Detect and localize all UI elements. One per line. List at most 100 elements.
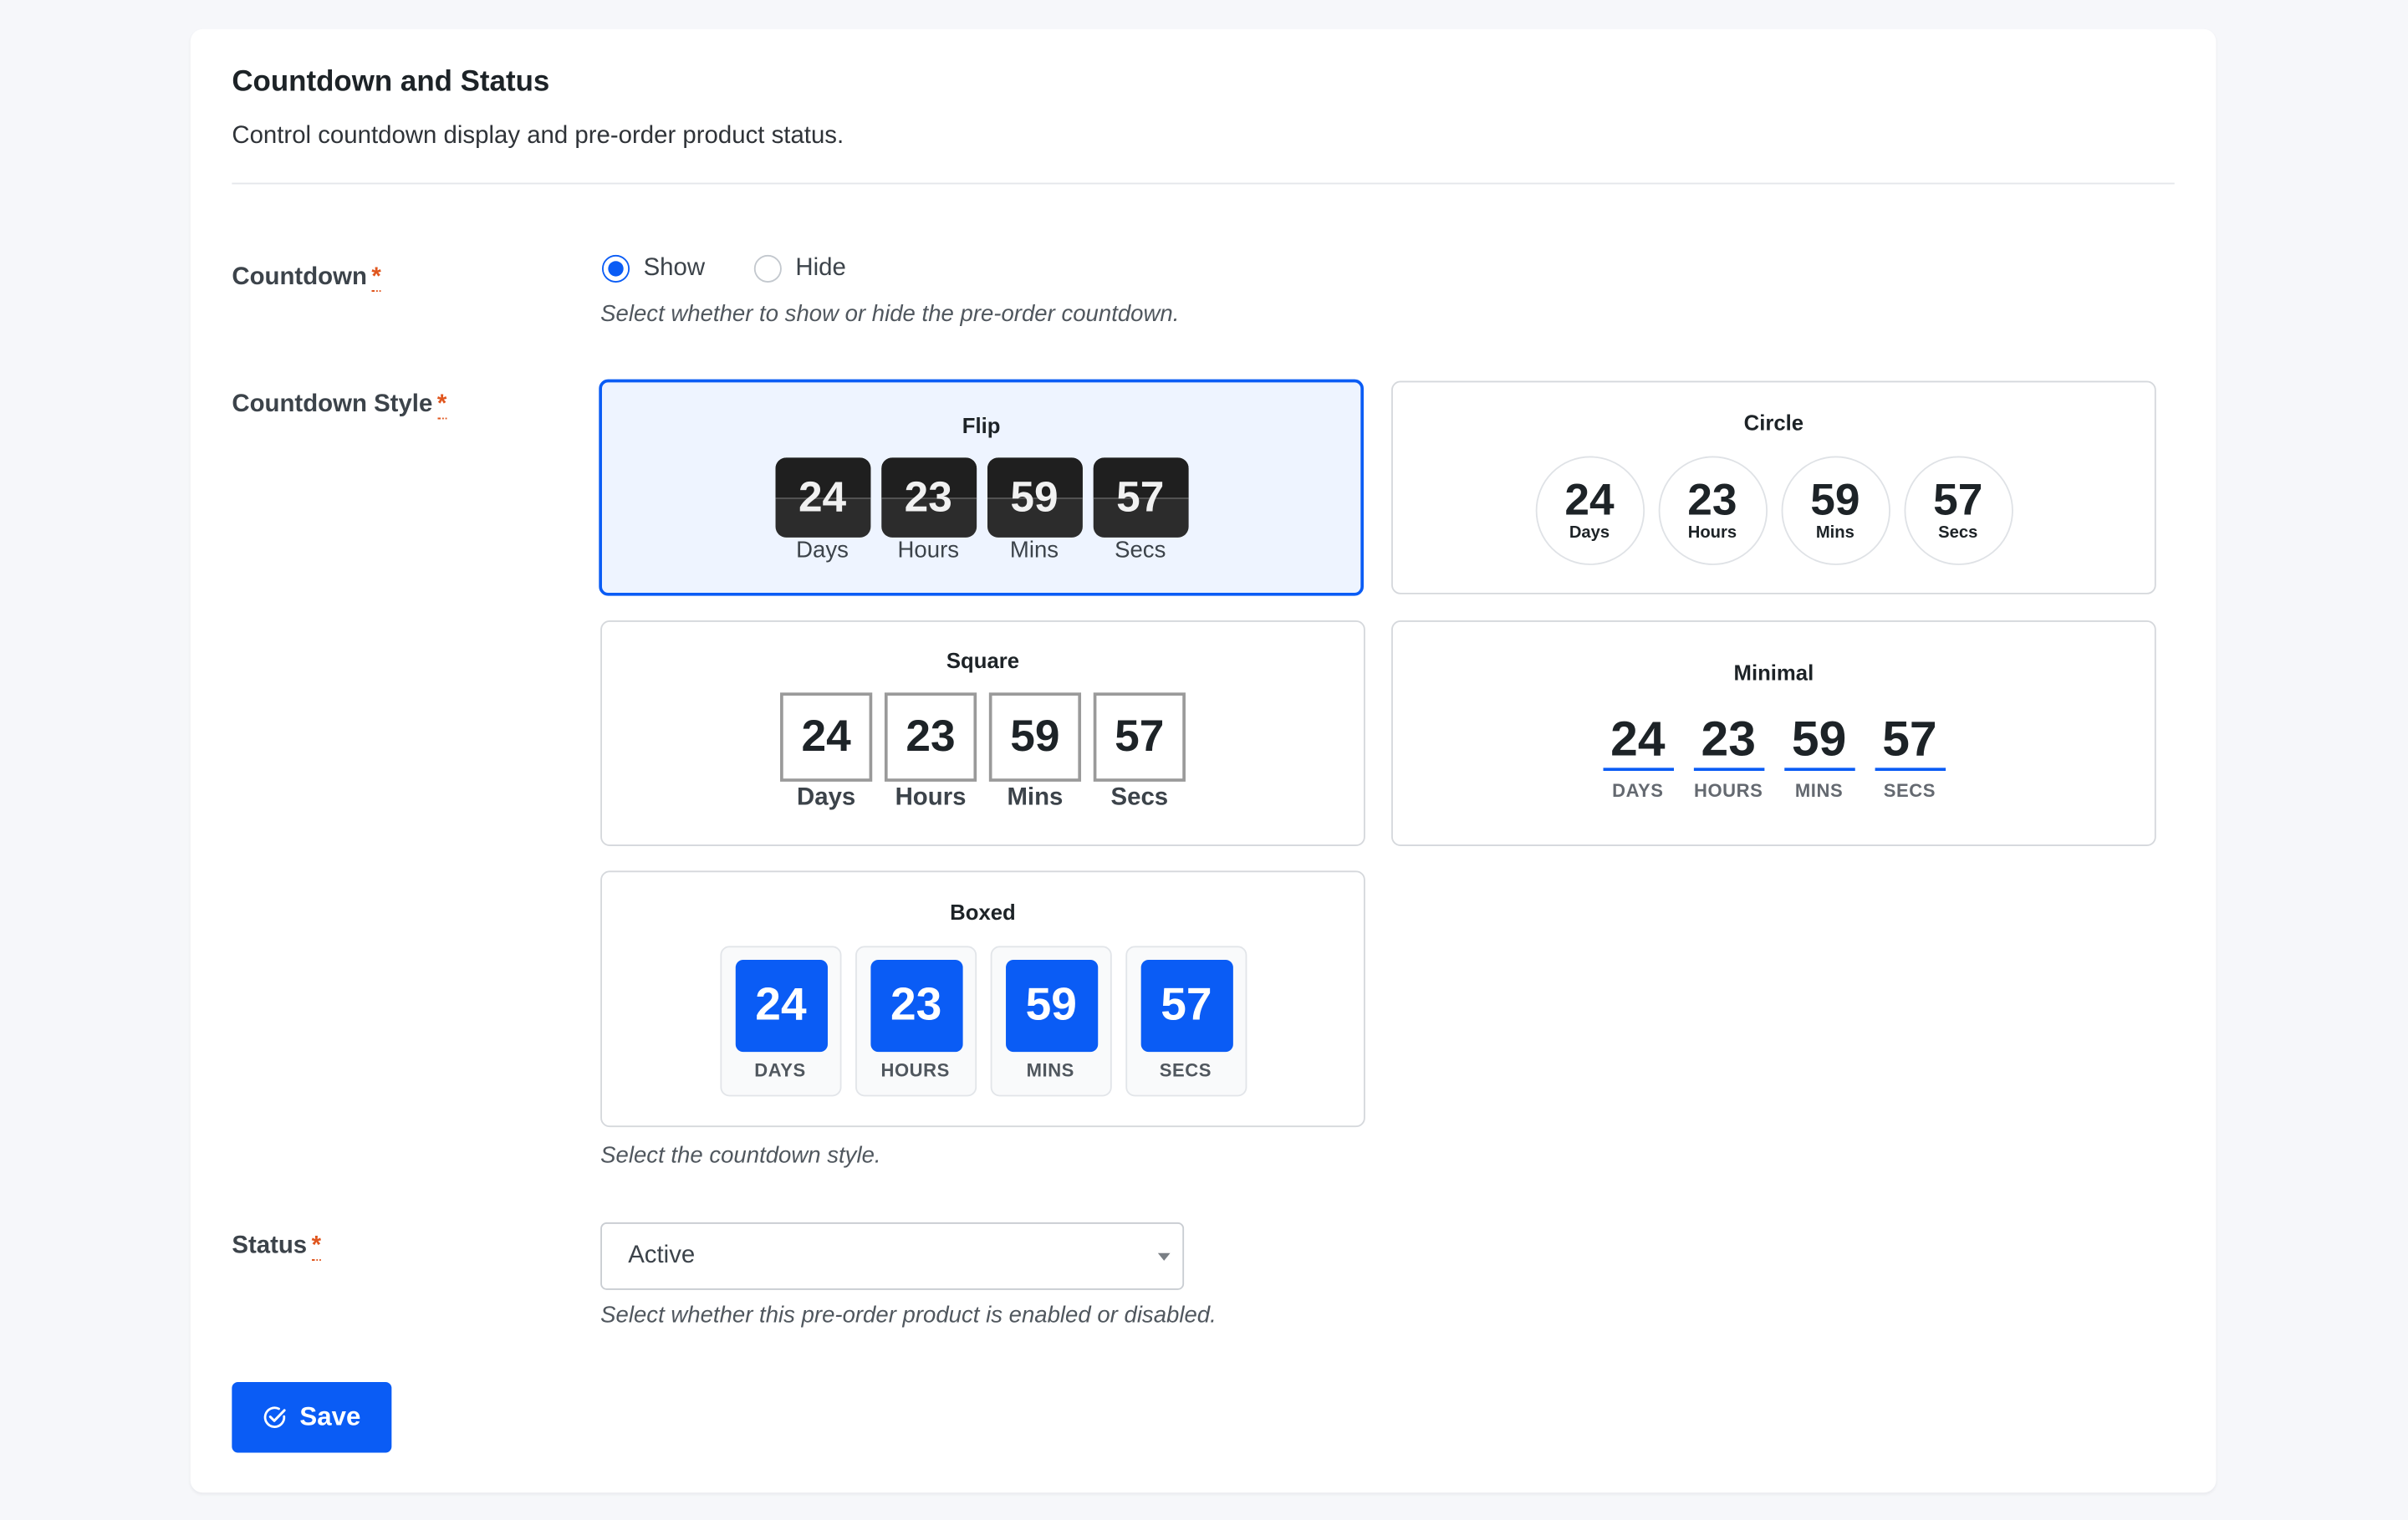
timer-caption: Secs: [1115, 537, 1166, 564]
countdown-style-label: Countdown Style *: [232, 391, 447, 420]
timer-value: 57: [1140, 959, 1232, 1053]
timer-caption: MINS: [1026, 1059, 1074, 1082]
status-select[interactable]: Active: [600, 1222, 1185, 1290]
flip-timer: 24 Days 23 Hours 59 Mins 57 Secs: [602, 457, 1360, 565]
minimal-unit-mins: 59 MINS: [1783, 712, 1854, 802]
status-selected-value: Active: [628, 1242, 696, 1269]
check-circle-icon: [263, 1405, 287, 1430]
style-option-flip[interactable]: Flip 24 Days 23 Hours 59 Mins 57 Secs: [599, 379, 1364, 596]
timer-value: 59: [1810, 476, 1860, 526]
timer-caption: Mins: [1007, 784, 1064, 811]
timer-value: 23: [1687, 476, 1737, 526]
style-name: Boxed: [950, 900, 1016, 925]
flip-unit-days: 24 Days: [774, 457, 870, 565]
timer-caption: Secs: [1110, 784, 1169, 811]
timer-caption: Hours: [895, 784, 967, 811]
countdown-label-text: Countdown: [232, 263, 367, 291]
square-unit-mins: 59 Mins: [988, 692, 1082, 812]
required-marker: *: [311, 1232, 322, 1261]
save-button-label: Save: [299, 1401, 361, 1431]
boxed-timer: 24 DAYS 23 HOURS 59 MINS 57 SECS: [602, 946, 1364, 1097]
timer-value: 23: [904, 472, 952, 521]
status-label-text: Status: [232, 1232, 308, 1260]
timer-value: 57: [1933, 476, 1983, 526]
circle-unit-days: 24 Days: [1534, 456, 1645, 565]
circle-unit-mins: 59 Mins: [1780, 456, 1890, 565]
section-description: Control countdown display and pre-order …: [232, 122, 844, 150]
save-button[interactable]: Save: [232, 1382, 392, 1453]
countdown-style-help: Select the countdown style.: [600, 1142, 881, 1169]
timer-value: 23: [884, 692, 977, 782]
timer-caption: Mins: [1009, 537, 1059, 564]
flip-unit-hours: 23 Hours: [880, 457, 977, 565]
status-label: Status *: [232, 1232, 322, 1261]
timer-value: 23: [1692, 712, 1764, 772]
timer-value: 59: [1005, 959, 1098, 1053]
flip-unit-mins: 59 Mins: [987, 457, 1082, 565]
section-title: Countdown and Status: [232, 65, 550, 99]
style-option-square[interactable]: Square 24 Days 23 Hours 59 Mins 57 Secs: [600, 620, 1365, 847]
timer-caption: Mins: [1815, 523, 1854, 543]
timer-value: 23: [870, 959, 962, 1053]
style-name: Square: [946, 648, 1020, 673]
timer-value: 24: [798, 472, 847, 521]
style-name: Minimal: [1733, 660, 1814, 686]
timer-caption: Days: [797, 784, 856, 811]
boxed-unit-hours: 23 HOURS: [855, 946, 977, 1097]
countdown-hide-radio[interactable]: [753, 254, 782, 283]
circle-unit-hours: 23 Hours: [1657, 456, 1768, 565]
timer-value: 24: [734, 959, 828, 1053]
status-help: Select whether this pre-order product is…: [600, 1302, 1217, 1329]
square-timer: 24 Days 23 Hours 59 Mins 57 Secs: [602, 692, 1364, 812]
timer-caption: Days: [1569, 523, 1610, 543]
flip-unit-secs: 57 Secs: [1092, 457, 1188, 565]
timer-caption: DAYS: [754, 1059, 806, 1082]
timer-caption: DAYS: [1612, 780, 1664, 802]
timer-value: 59: [988, 692, 1082, 782]
timer-caption: MINS: [1794, 780, 1844, 802]
boxed-unit-days: 24 DAYS: [719, 946, 841, 1097]
circle-unit-secs: 57 Secs: [1903, 456, 2013, 565]
style-name: Circle: [1743, 410, 1804, 435]
timer-caption: Hours: [897, 537, 960, 564]
countdown-style-label-text: Countdown Style: [232, 391, 433, 418]
timer-caption: Days: [796, 537, 849, 564]
timer-value: 59: [1783, 712, 1854, 772]
timer-value: 24: [1602, 712, 1674, 772]
circle-timer: 24 Days 23 Hours 59 Mins 57 Secs: [1393, 456, 2155, 565]
style-name: Flip: [962, 413, 1001, 438]
countdown-label: Countdown *: [232, 263, 381, 292]
countdown-hide-option[interactable]: Hide: [753, 254, 846, 283]
style-option-minimal[interactable]: Minimal 24 DAYS 23 HOURS 59 MINS 57 SECS: [1391, 620, 2156, 847]
minimal-unit-secs: 57 SECS: [1874, 712, 1946, 802]
boxed-unit-secs: 57 SECS: [1125, 946, 1247, 1097]
timer-caption: HOURS: [1694, 780, 1763, 802]
settings-card: Countdown and Status Control countdown d…: [190, 28, 2217, 1493]
countdown-show-label: Show: [643, 254, 706, 282]
square-unit-hours: 23 Hours: [884, 692, 977, 812]
timer-caption: SECS: [1159, 1059, 1212, 1082]
timer-value: 57: [1093, 692, 1186, 782]
timer-caption: HOURS: [880, 1059, 950, 1082]
timer-caption: SECS: [1883, 780, 1936, 802]
required-marker: *: [436, 391, 447, 420]
minimal-timer: 24 DAYS 23 HOURS 59 MINS 57 SECS: [1393, 712, 2155, 802]
timer-value: 57: [1874, 712, 1946, 772]
style-option-boxed[interactable]: Boxed 24 DAYS 23 HOURS 59 MINS 57 SECS: [600, 870, 1365, 1128]
countdown-help: Select whether to show or hide the pre-o…: [600, 300, 1180, 328]
required-marker: *: [371, 263, 381, 292]
section-divider: [232, 182, 2175, 185]
minimal-unit-hours: 23 HOURS: [1692, 712, 1764, 802]
square-unit-days: 24 Days: [780, 692, 873, 812]
countdown-show-radio[interactable]: [601, 254, 630, 283]
timer-value: 24: [1564, 476, 1615, 526]
countdown-show-option[interactable]: Show: [601, 254, 706, 283]
boxed-unit-mins: 59 MINS: [989, 946, 1111, 1097]
chevron-down-icon: [1157, 1252, 1171, 1261]
timer-caption: Secs: [1938, 523, 1978, 543]
style-option-circle[interactable]: Circle 24 Days 23 Hours 59 Mins 57 Secs: [1391, 380, 2156, 594]
timer-value: 57: [1116, 472, 1165, 521]
countdown-hide-label: Hide: [795, 254, 846, 282]
timer-value: 24: [780, 692, 873, 782]
minimal-unit-days: 24 DAYS: [1602, 712, 1674, 802]
